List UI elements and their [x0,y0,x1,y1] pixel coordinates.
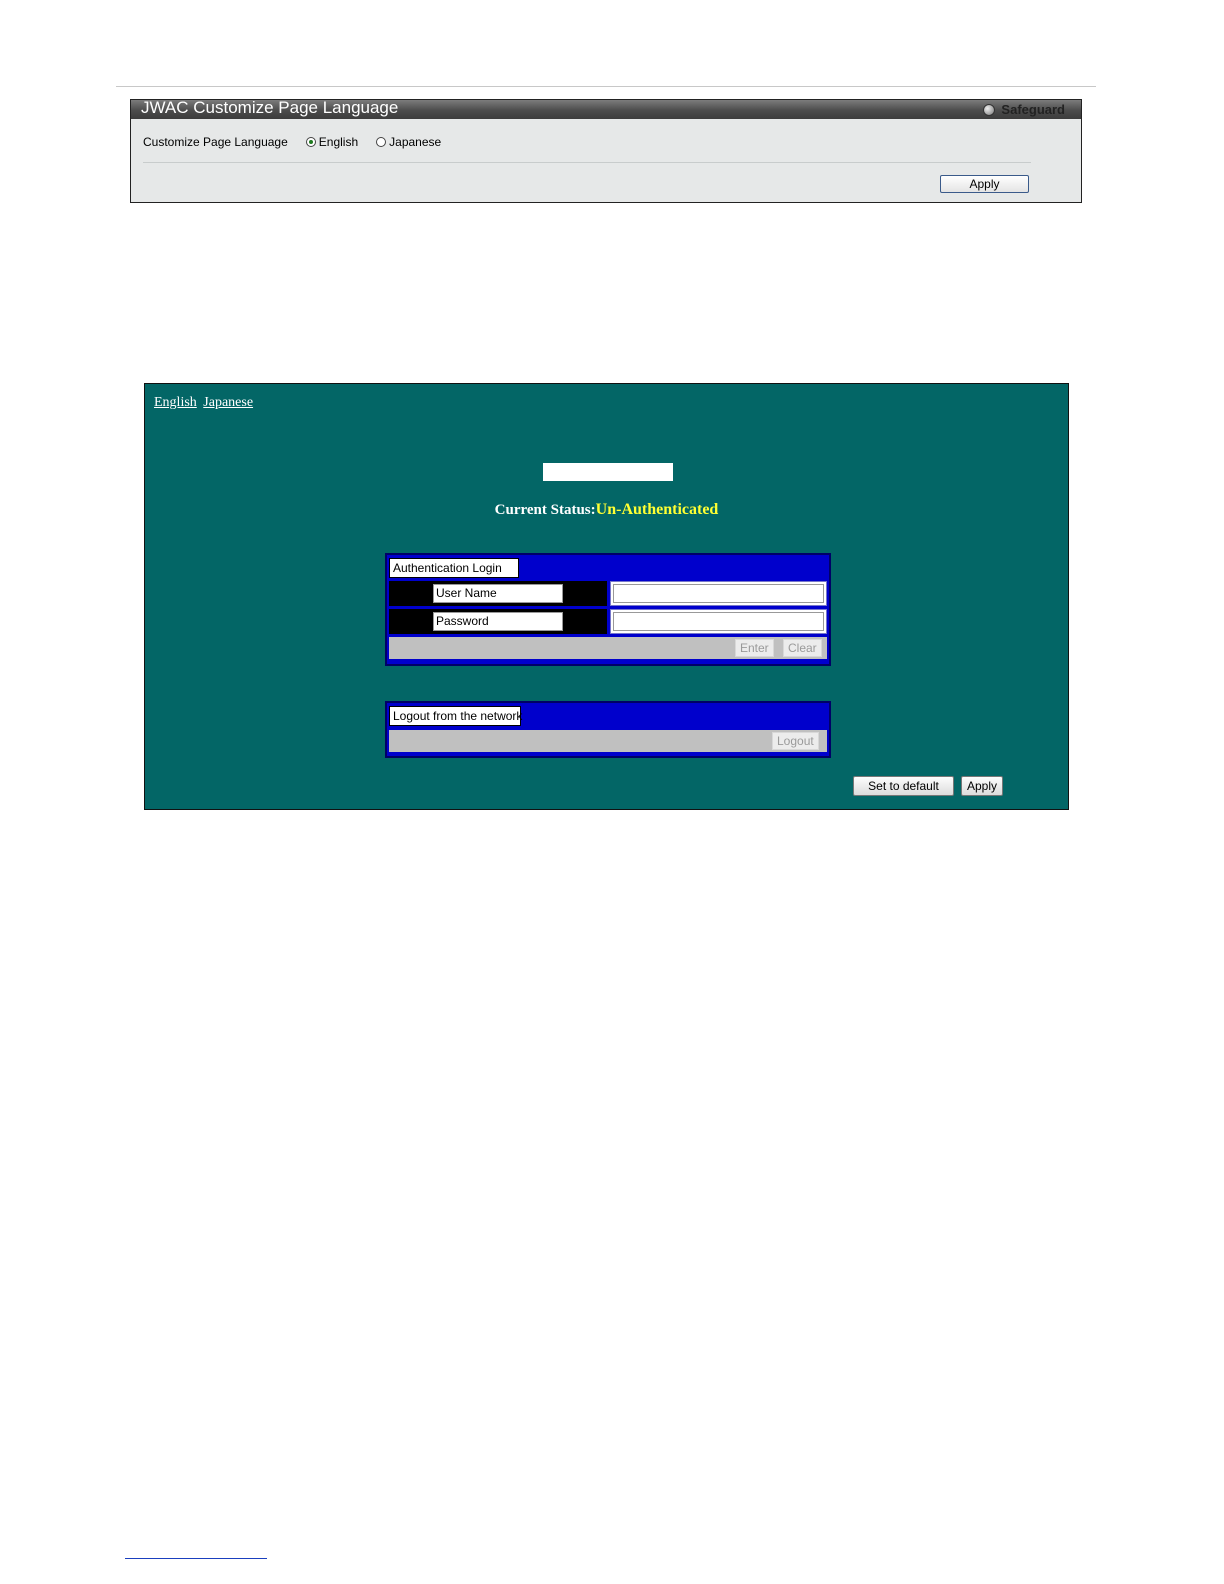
auth-title: Authentication Login [389,558,519,578]
language-label: Customize Page Language [143,135,288,149]
apply-button-preview[interactable]: Apply [961,776,1003,796]
password-label: Password [433,612,563,631]
logout-button-row: Logout [389,730,827,752]
safeguard-icon [983,103,996,116]
language-row: Customize Page Language English Japanese [143,135,459,149]
password-row: Password [389,609,827,634]
password-input[interactable] [613,612,824,631]
apply-button[interactable]: Apply [940,175,1029,193]
panel-title: JWAC Customize Page Language [141,98,399,117]
username-input[interactable] [613,584,824,603]
logout-box: Logout from the network Logout [385,701,831,758]
enter-button[interactable]: Enter [735,639,774,657]
username-row: User Name [389,581,827,606]
auth-button-row: Enter Clear [389,637,827,659]
radio-japanese[interactable]: Japanese [376,135,441,149]
radio-english-label: English [318,135,359,149]
logout-title: Logout from the network [389,706,522,726]
divider [143,162,1031,163]
safeguard-label: Safeguard [1001,102,1065,117]
login-page-preview: English Japanese Current Status:Un-Authe… [144,383,1069,810]
footer-link-line [125,1558,267,1559]
radio-unchecked-icon [376,137,387,147]
current-status: Current Status:Un-Authenticated [145,501,1068,519]
clear-button[interactable]: Clear [783,639,822,657]
safeguard-indicator[interactable]: Safeguard [983,102,1065,117]
status-label: Current Status: [494,502,596,518]
link-japanese[interactable]: Japanese [203,395,253,410]
panel-header: JWAC Customize Page Language Safeguard [131,98,1081,119]
authentication-login-box: Authentication Login User Name Password … [385,553,831,666]
link-english[interactable]: English [154,395,197,410]
radio-checked-icon [305,137,316,147]
logout-button[interactable]: Logout [772,732,819,750]
status-value: Un-Authenticated [595,501,719,518]
language-links: English Japanese [154,395,256,411]
username-label: User Name [433,584,563,603]
customize-language-panel: JWAC Customize Page Language Safeguard C… [130,98,1082,203]
radio-japanese-label: Japanese [389,135,442,149]
set-to-default-button[interactable]: Set to default [853,776,954,796]
top-rule [116,86,1096,87]
banner-placeholder [543,463,673,481]
radio-english[interactable]: English [305,135,359,149]
